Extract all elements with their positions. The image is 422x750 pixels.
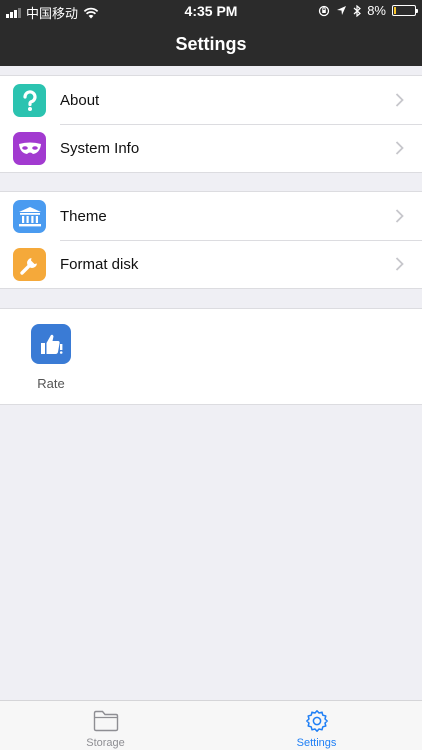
battery-percent: 8%: [367, 3, 386, 18]
row-label: Theme: [60, 207, 107, 225]
tab-bar: Storage Settings: [0, 700, 422, 750]
tab-settings[interactable]: Settings: [211, 701, 422, 750]
status-right: 8%: [318, 3, 418, 18]
mask-icon: [13, 132, 46, 165]
row-system-info[interactable]: System Info: [0, 124, 422, 172]
chevron-right-icon: [395, 141, 404, 155]
rate-label: Rate: [37, 376, 65, 391]
chevron-right-icon: [395, 257, 404, 271]
folder-icon: [93, 709, 119, 733]
tab-storage[interactable]: Storage: [0, 701, 211, 750]
status-bar: 中国移动 4:35 PM 8%: [0, 0, 422, 22]
bluetooth-icon: [353, 4, 362, 17]
wrench-icon: [13, 248, 46, 281]
row-theme[interactable]: Theme: [0, 192, 422, 240]
row-label: System Info: [60, 139, 140, 157]
question-icon: [13, 84, 46, 117]
page-title: Settings: [175, 33, 247, 54]
thumbs-up-icon[interactable]: [31, 324, 71, 364]
chevron-right-icon: [395, 209, 404, 223]
chevron-right-icon: [395, 93, 404, 107]
settings-group-1: About System Info: [0, 75, 422, 173]
settings-group-2: Theme Format disk: [0, 191, 422, 289]
nav-bar: Settings: [0, 22, 422, 66]
battery-fill: [394, 7, 396, 14]
battery-icon: [392, 5, 418, 16]
orientation-lock-icon: [319, 5, 330, 16]
tab-label: Settings: [296, 737, 337, 749]
tab-label: Storage: [86, 737, 125, 749]
row-about[interactable]: About: [0, 76, 422, 124]
rate-card: Rate: [0, 308, 422, 405]
row-label: Format disk: [60, 255, 139, 273]
bank-icon: [13, 200, 46, 233]
row-format-disk[interactable]: Format disk: [0, 240, 422, 288]
row-label: About: [60, 91, 100, 109]
location-icon: [337, 6, 347, 15]
gear-icon: [304, 709, 330, 733]
